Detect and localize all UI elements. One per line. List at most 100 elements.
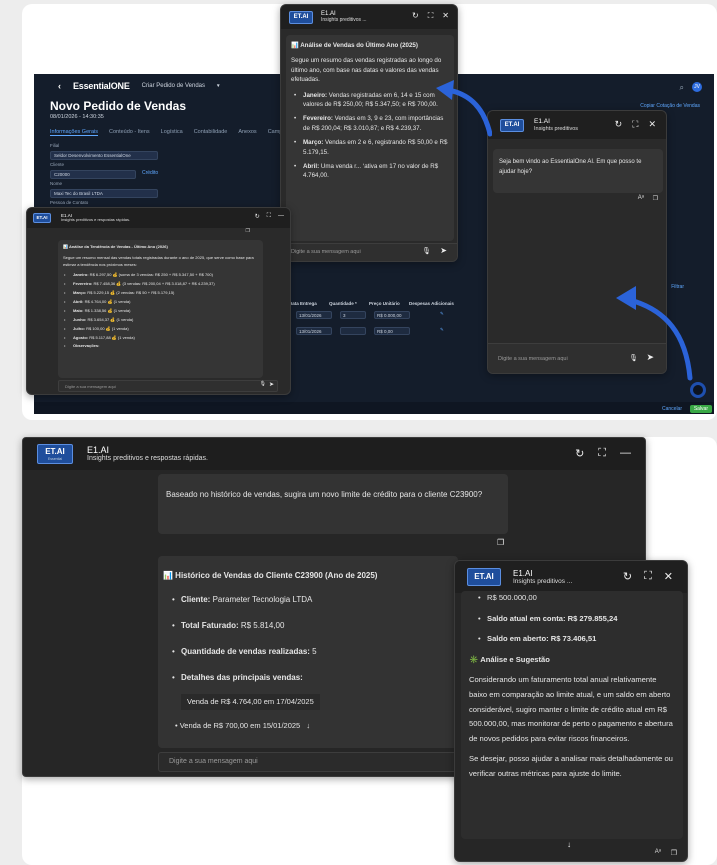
refresh-icon[interactable]: ↻	[615, 119, 623, 130]
list-item: Detalhes das principais vendas:	[172, 672, 453, 684]
quantity-cell[interactable]: 3	[340, 311, 366, 319]
item-value: R$ 5.229,15 💰 (2 vendas: R$ 50 + R$ 5.17…	[86, 290, 175, 296]
translate-icon[interactable]: Aᵃ	[638, 195, 644, 201]
chat-header: ET.AI Essential E1.AI Insights preditivo…	[23, 438, 645, 470]
curved-arrow-icon	[436, 80, 492, 137]
cancel-button[interactable]: Cancelar	[662, 406, 682, 412]
analysis-intro: Segue um resumo das vendas registradas a…	[291, 57, 442, 84]
contact-label: Pessoa de Contato	[50, 200, 89, 205]
customer-field[interactable]: C20000	[50, 170, 136, 179]
quantity-cell[interactable]	[340, 327, 366, 335]
logo-subtext: Essential	[47, 457, 63, 461]
save-button[interactable]: Salvar	[689, 405, 712, 413]
refresh-icon[interactable]: ↻	[623, 570, 632, 583]
chat-header: ET.AI E1.AI Insights preditivos ... ↻ ⛶ …	[281, 5, 457, 29]
expand-icon[interactable]: ⛶	[632, 119, 638, 130]
assistant-message: 📊 Análise da Tendência de Vendas - Últim…	[58, 240, 263, 378]
item-value: R$ 5.117,88 💰 (1 venda)	[88, 334, 135, 340]
tab-logistics[interactable]: Logística	[161, 129, 183, 136]
welcome-message: Seja bem vindo ao EssentialOne AI. Em qu…	[493, 149, 663, 193]
message-input[interactable]: Digite a sua mensagem aqui	[58, 380, 278, 392]
price-cell[interactable]: R$ 0.000,00	[374, 311, 410, 319]
copy-icon[interactable]: ❐	[653, 195, 658, 202]
item-key: Janeiro:	[303, 91, 328, 99]
branch-select[interactable]: Seldor Desenvolvimento EssentialOne	[50, 151, 158, 160]
microphone-icon[interactable]: 🎙	[260, 381, 266, 387]
tab-general[interactable]: Informações Gerais	[50, 129, 98, 136]
expand-icon[interactable]: ⛶	[598, 447, 606, 460]
item-value: 5	[309, 647, 317, 656]
col-additional: Despesas Adicionais	[409, 301, 454, 306]
microphone-icon[interactable]: 🎙	[422, 247, 431, 255]
send-icon[interactable]: ➤	[440, 246, 447, 255]
expand-icon[interactable]: ⛶	[644, 570, 652, 583]
item-key: Saldo atual em conta:	[487, 613, 566, 623]
tab-accounting[interactable]: Contabilidade	[194, 129, 228, 136]
tab-items[interactable]: Conteúdo - Itens	[109, 129, 150, 136]
delivery-date-cell[interactable]: 13/01/2026	[296, 311, 332, 319]
translate-icon[interactable]: Aᵃ	[655, 849, 661, 855]
back-icon[interactable]: ‹	[58, 81, 61, 91]
table-header: Data Entrega Quantidade * Preço Unitário…	[289, 301, 459, 306]
arrow-down-icon[interactable]: ↓	[306, 721, 310, 730]
close-icon[interactable]: ✕	[648, 119, 656, 130]
expand-icon[interactable]: ⛶	[428, 11, 434, 21]
item-key: Junho:	[73, 316, 87, 322]
send-icon[interactable]: ➤	[269, 381, 274, 388]
close-icon[interactable]: ✕	[442, 11, 449, 21]
item-value: R$ 3.654,37 💰 (1 venda)	[86, 316, 134, 322]
chat-title-block: E1.AI Insights preditivos e respostas rá…	[61, 213, 130, 223]
history-heading: 📊 Histórico de Vendas do Cliente C23900 …	[163, 571, 378, 580]
item-key: Fevereiro:	[73, 281, 93, 287]
refresh-icon[interactable]: ↻	[255, 213, 260, 220]
item-key: Detalhes das principais vendas:	[181, 673, 303, 682]
analysis-heading: 📊 Análise de Vendas do Último Ano (2025)	[291, 42, 418, 49]
assistant-message: R$ 500.000,00 Saldo atual em conta: R$ 2…	[461, 591, 683, 839]
item-key: Observações:	[73, 343, 100, 349]
search-icon[interactable]: ⌕	[680, 83, 684, 93]
item-value: R$ 7.458,36 💰 (3 vendas: R$ 200,04 + R$ …	[92, 281, 215, 287]
minimize-icon[interactable]: —	[278, 213, 284, 220]
erp-menu[interactable]: Criar Pedido de Vendas	[142, 83, 205, 89]
user-message: Baseado no histórico de vendas, sugira u…	[158, 474, 508, 534]
item-key: Março:	[73, 290, 87, 296]
item-key: Julho:	[73, 325, 85, 331]
list-item: Janeiro: Vendas registradas em 6, 14 e 1…	[294, 91, 449, 110]
list-item: Agosto: R$ 5.117,88 💰 (1 venda)	[64, 334, 258, 342]
chevron-down-icon[interactable]: ▾	[217, 83, 220, 89]
pencil-icon[interactable]: ✎	[440, 311, 444, 319]
chat-controls: ↻ ⛶ —	[255, 213, 284, 220]
refresh-icon[interactable]: ↻	[412, 11, 419, 21]
name-field[interactable]: Maxi Tec do Brasil LTDA	[50, 189, 158, 198]
tab-attachments[interactable]: Anexos	[238, 129, 256, 136]
item-value: R$ 100,00 💰 (1 venda)	[85, 325, 129, 331]
sale-detail-1: Venda de R$ 4.764,00 em 17/04/2025	[181, 694, 320, 710]
credit-link[interactable]: Crédito	[142, 170, 158, 176]
pencil-icon[interactable]: ✎	[440, 327, 444, 335]
erp-tabs: Informações Gerais Conteúdo - Itens Logí…	[50, 129, 293, 136]
chat-controls: ↻ ⛶ ✕	[615, 119, 656, 130]
chat-title: E1.AI	[534, 118, 550, 126]
list-item: Março: R$ 5.229,15 💰 (2 vendas: R$ 50 + …	[64, 290, 258, 297]
copy-icon[interactable]: ❐	[671, 849, 677, 857]
copy-icon[interactable]: ❐	[497, 538, 504, 547]
avatar[interactable]: JV	[692, 82, 702, 92]
arrow-down-icon[interactable]: ↓	[567, 840, 571, 849]
price-cell[interactable]: R$ 0,00	[374, 327, 410, 335]
expand-icon[interactable]: ⛶	[267, 213, 271, 220]
refresh-icon[interactable]: ↻	[575, 447, 584, 460]
chat-subtitle: Insights preditivos e respostas rápidas.	[61, 217, 131, 223]
close-icon[interactable]: ✕	[664, 570, 673, 583]
copy-quote-link[interactable]: Copiar Cotação de Vendas	[640, 103, 700, 109]
delivery-date-cell[interactable]: 13/01/2026	[296, 327, 332, 335]
followup-paragraph: Se desejar, posso ajudar a analisar mais…	[469, 754, 673, 778]
item-key: Total Faturado:	[181, 621, 239, 630]
minimize-icon[interactable]: —	[620, 447, 631, 460]
page-title: Novo Pedido de Vendas	[50, 99, 187, 113]
chat-controls: ↻ ⛶ —	[575, 447, 631, 460]
list-item: Abril: R$ 4.764,00 💰 (1 venda)	[64, 299, 258, 306]
assistant-message: 📊 Análise de Vendas do Último Ano (2025)…	[286, 35, 454, 241]
trend-intro: Segue um resumo mensal das vendas totais…	[63, 255, 254, 267]
copy-icon[interactable]: ❐	[246, 228, 250, 234]
list-item: R$ 500.000,00	[478, 591, 675, 606]
